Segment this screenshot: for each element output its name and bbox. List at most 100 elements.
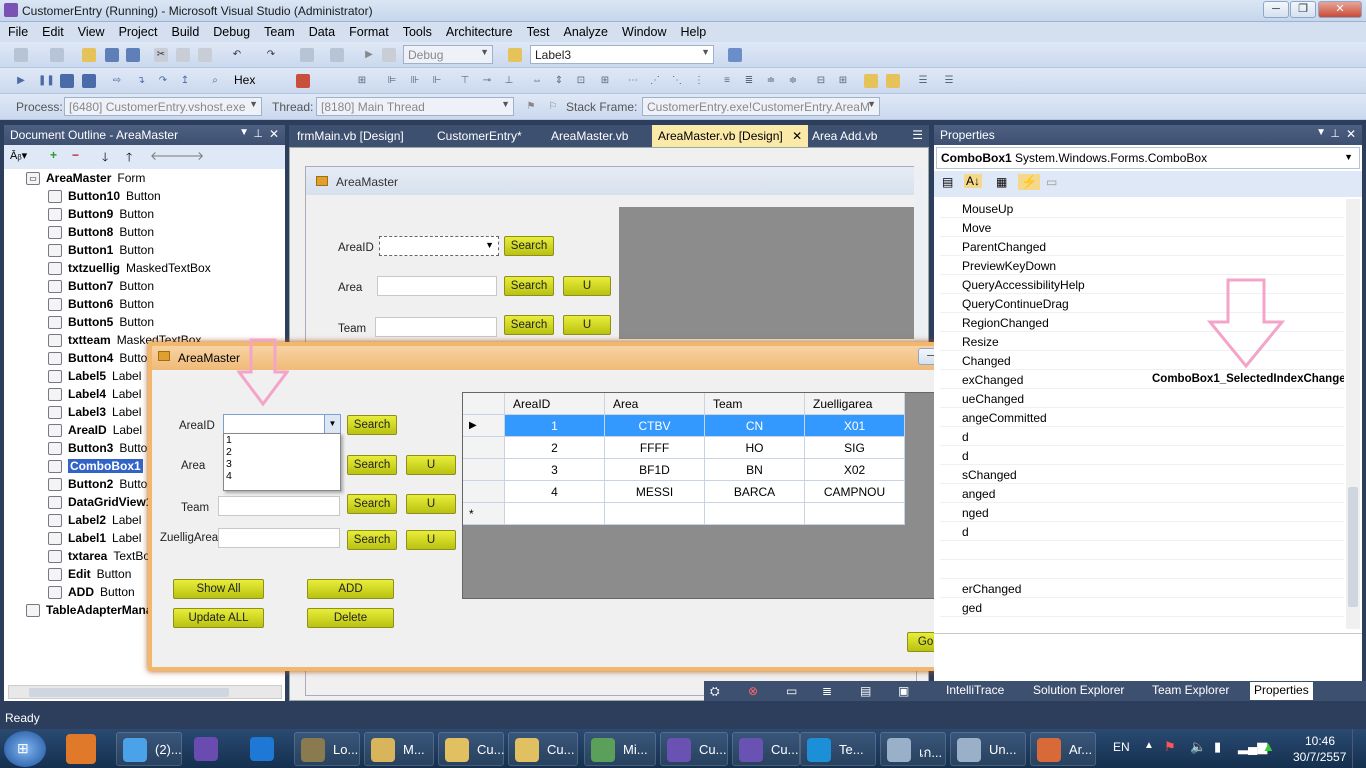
alphabetical-icon[interactable]: A↓ <box>964 174 983 188</box>
taskbar-item[interactable]: Cu... <box>438 732 504 766</box>
view-mode-icon[interactable]: Āᵦ▾ <box>10 149 27 162</box>
update-team-button[interactable]: U <box>406 494 456 514</box>
tab-order-icon[interactable]: ☰ <box>916 74 930 88</box>
property-pages-icon[interactable]: ▭ <box>1046 175 1057 189</box>
row-header[interactable] <box>463 459 505 481</box>
menu-test[interactable]: Test <box>519 22 556 39</box>
pin-icon[interactable]: ⊥ <box>253 127 263 140</box>
table-cell[interactable]: BF1D <box>605 459 705 481</box>
table-cell[interactable]: CTBV <box>605 415 705 437</box>
dropdown-icon[interactable]: ▼ <box>1316 127 1326 138</box>
tab-4[interactable]: Area Add.vb <box>806 125 883 147</box>
hex-toggle[interactable]: Hex <box>234 73 255 87</box>
minimize-button[interactable]: ─ <box>1263 1 1289 18</box>
table-cell[interactable]: CAMPNOU <box>805 481 905 503</box>
property-value[interactable]: ComboBox1_SelectedIndexChanged <box>1152 373 1344 385</box>
table-cell[interactable] <box>605 503 705 525</box>
find-combo[interactable]: Label3 ▼ <box>530 45 714 64</box>
table-cell[interactable]: MESSI <box>605 481 705 503</box>
menu-data[interactable]: Data <box>301 22 341 39</box>
table-cell[interactable]: FFFF <box>605 437 705 459</box>
attach-icon[interactable] <box>382 48 396 62</box>
grid-column-header[interactable]: Zuelligarea <box>805 393 905 415</box>
menu-architecture[interactable]: Architecture <box>438 22 519 39</box>
zuelligarea-input[interactable] <box>218 528 340 548</box>
taskbar-item[interactable]: Ar... <box>1030 732 1096 766</box>
taskbar-item[interactable] <box>244 732 290 766</box>
h-spacing-remove-icon[interactable]: ⋮ <box>692 74 706 88</box>
move-in-icon[interactable]: 🡒 <box>172 148 204 163</box>
table-cell[interactable]: 4 <box>505 481 605 503</box>
show-all-button[interactable]: Show All <box>173 579 264 599</box>
menu-help[interactable]: Help <box>672 22 712 39</box>
move-up-icon[interactable]: 🡑 <box>126 148 132 169</box>
align-rights-icon[interactable]: ⊩ <box>430 74 444 88</box>
taskbar-item[interactable]: Cu... <box>660 732 728 766</box>
continue-icon[interactable]: ▶ <box>14 74 28 88</box>
solution-explorer-icon[interactable] <box>728 48 742 62</box>
object-selector[interactable]: ComboBox1 System.Windows.Forms.ComboBox … <box>936 147 1360 169</box>
thread-combo[interactable]: [8180] Main Thread ▼ <box>316 97 514 116</box>
center-vertically-icon[interactable]: ⊞ <box>836 74 850 88</box>
tab-3[interactable]: AreaMaster.vb [Design] ✕ <box>652 125 809 147</box>
property-row[interactable]: ged <box>940 598 1344 617</box>
add-item-icon[interactable] <box>50 48 64 62</box>
close-icon[interactable]: ✕ <box>1346 127 1356 141</box>
property-row[interactable]: nged <box>940 503 1344 522</box>
properties-icon[interactable]: ▦ <box>996 175 1007 189</box>
outline-item[interactable]: Button10 Button <box>48 189 161 207</box>
open-folder-icon[interactable] <box>82 48 96 62</box>
align-middles-icon[interactable]: ⊸ <box>480 74 494 88</box>
language-indicator[interactable]: EN <box>1113 740 1130 754</box>
row-header[interactable] <box>463 437 505 459</box>
dropdown-option[interactable]: 1 <box>224 434 340 446</box>
bottom-tab-intellitrace[interactable]: IntelliTrace <box>942 682 1008 700</box>
menu-file[interactable]: File <box>0 22 34 39</box>
update-zuelligarea-button[interactable]: U <box>406 530 456 550</box>
taskbar-item[interactable]: Cu... <box>508 732 578 766</box>
property-row[interactable] <box>940 560 1344 579</box>
restart-icon[interactable] <box>82 74 96 88</box>
save-icon[interactable] <box>105 48 119 62</box>
step-out-icon[interactable]: ↥ <box>178 74 192 88</box>
scrollbar-thumb[interactable] <box>1348 487 1358 607</box>
same-width-icon[interactable]: ⇔ <box>530 74 544 88</box>
redo-icon[interactable]: ↷ <box>264 48 278 62</box>
maximize-button[interactable]: ❐ <box>1290 1 1316 18</box>
table-cell[interactable]: BARCA <box>705 481 805 503</box>
h-spacing-equal-icon[interactable]: ⋯ <box>626 74 640 88</box>
designer-search-areaid-button[interactable]: Search <box>504 236 554 256</box>
outline-item[interactable]: Button6 Button <box>48 297 154 315</box>
table-row[interactable]: ▶ 1 CTBV CN X01 <box>463 415 905 437</box>
scrollbar-thumb[interactable] <box>29 688 229 697</box>
property-row[interactable]: d <box>940 427 1344 446</box>
table-cell[interactable]: HO <box>705 437 805 459</box>
outline-item[interactable]: Label3 Label <box>48 405 141 423</box>
table-cell[interactable] <box>505 503 605 525</box>
dropdown-option[interactable]: 4 <box>224 470 340 482</box>
designer-update-team-button[interactable]: U <box>563 315 611 335</box>
row-header[interactable] <box>463 481 505 503</box>
property-row[interactable]: Move <box>940 218 1344 237</box>
navigate-forward-icon[interactable] <box>330 48 344 62</box>
delete-button[interactable]: Delete <box>307 608 394 628</box>
new-table-row[interactable]: * <box>463 503 905 525</box>
outline-item[interactable]: ADD Button <box>48 585 135 603</box>
tab-0[interactable]: frmMain.vb [Design] <box>291 125 410 147</box>
categorized-icon[interactable]: ▤ <box>942 175 953 189</box>
taskbar-item[interactable]: เก... <box>880 732 946 766</box>
h-spacing-dec-icon[interactable]: ⋱ <box>670 74 684 88</box>
outline-item[interactable]: Label1 Label <box>48 531 141 549</box>
table-row[interactable]: 2 FFFF HO SIG <box>463 437 905 459</box>
breakpoints-icon[interactable] <box>296 74 310 88</box>
table-cell[interactable]: CN <box>705 415 805 437</box>
team-input[interactable] <box>218 496 340 516</box>
grid-column-header[interactable]: AreaID <box>505 393 605 415</box>
property-row[interactable]: MouseUp <box>940 199 1344 218</box>
outline-item[interactable]: AreaID Label <box>48 423 142 441</box>
outline-item[interactable]: Edit Button <box>48 567 131 585</box>
grid-column-header[interactable]: Team <box>705 393 805 415</box>
add-button[interactable]: ADD <box>307 579 394 599</box>
outline-item[interactable]: DataGridView1 <box>48 495 158 513</box>
outline-item[interactable]: Label5 Label <box>48 369 141 387</box>
